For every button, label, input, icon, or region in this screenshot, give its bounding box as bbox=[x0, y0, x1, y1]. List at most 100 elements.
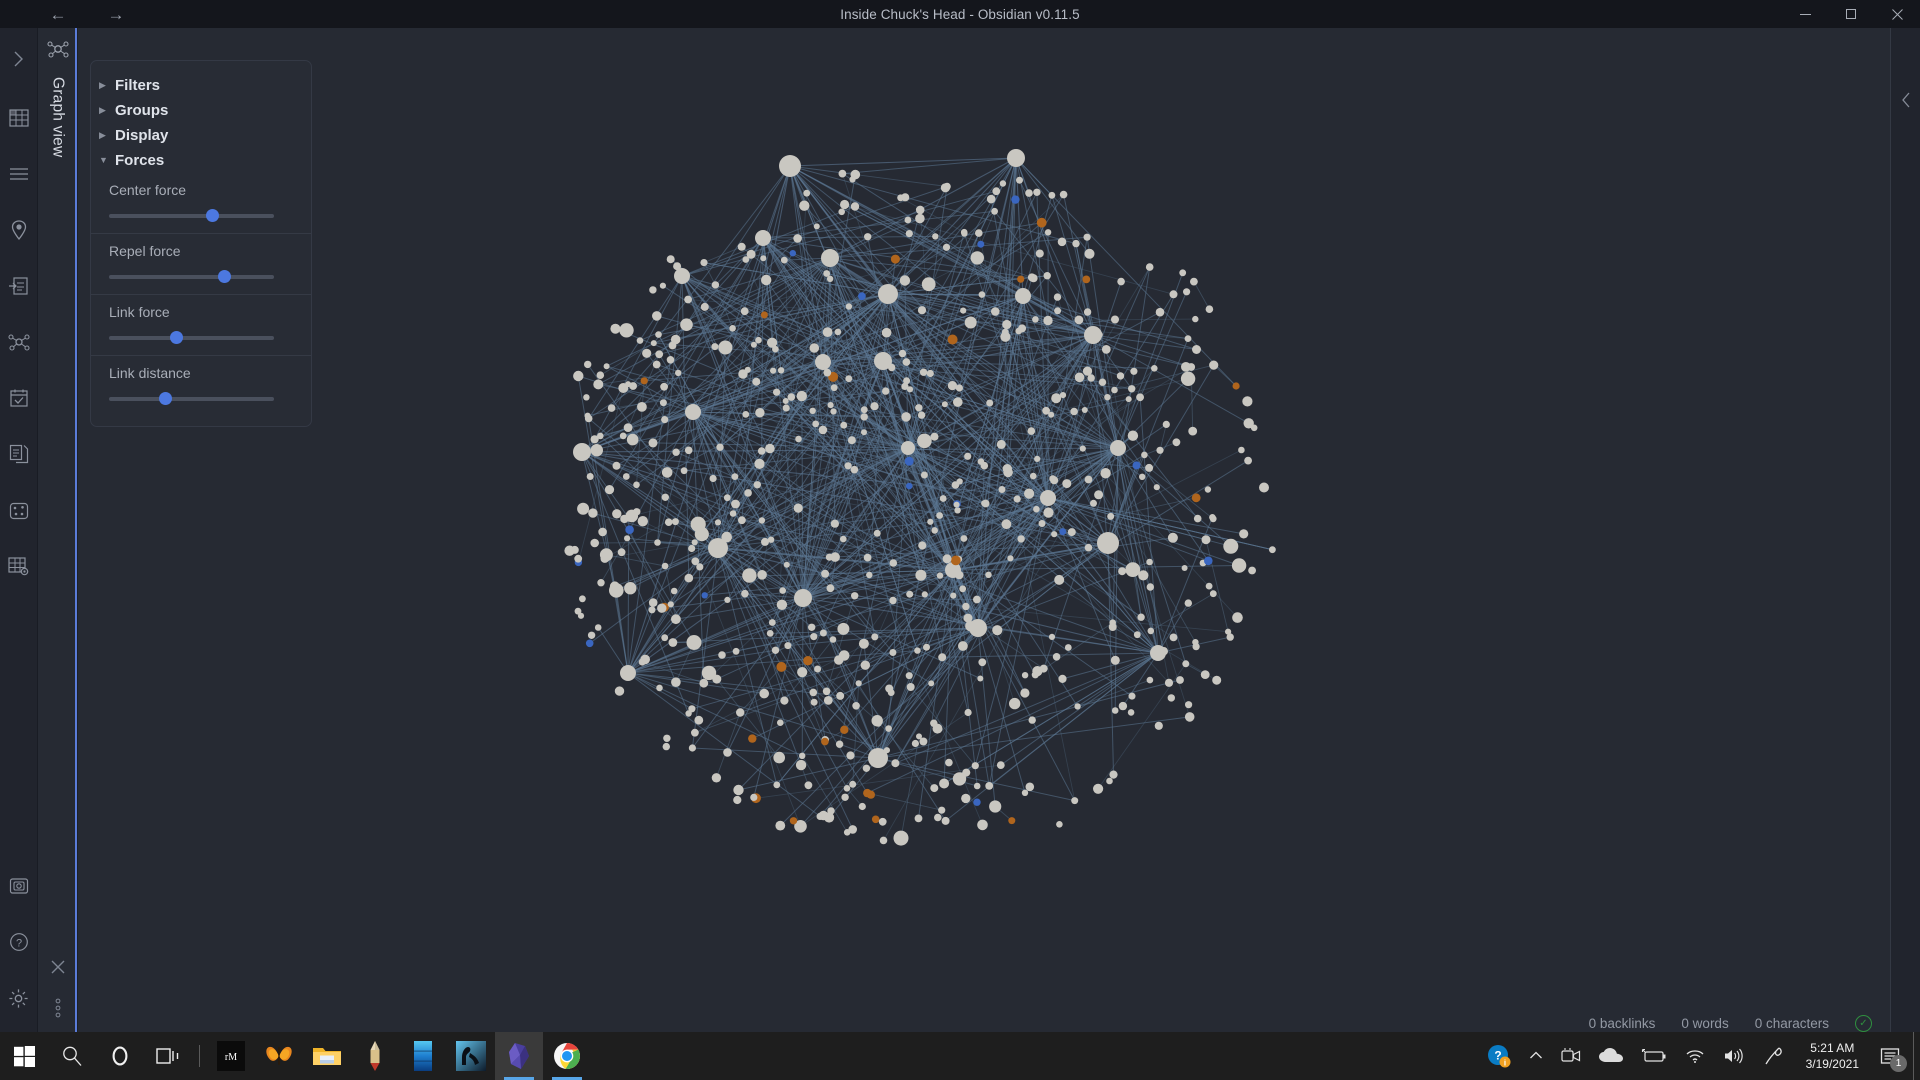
graph-node[interactable] bbox=[661, 416, 669, 424]
graph-node[interactable] bbox=[637, 516, 648, 527]
graph-node[interactable] bbox=[845, 375, 853, 383]
graph-node[interactable] bbox=[996, 439, 1006, 449]
graph-node[interactable] bbox=[930, 432, 939, 441]
graph-node[interactable] bbox=[902, 358, 911, 366]
battery-icon[interactable] bbox=[1632, 1032, 1676, 1080]
graph-node[interactable] bbox=[1048, 191, 1056, 199]
graph-node[interactable] bbox=[1209, 360, 1219, 370]
graph-node[interactable] bbox=[782, 404, 790, 412]
graph-node[interactable] bbox=[583, 394, 590, 401]
section-display[interactable]: ▶ Display bbox=[91, 123, 311, 148]
graph-node[interactable] bbox=[915, 205, 925, 215]
graph-node[interactable] bbox=[1052, 653, 1061, 661]
graph-node[interactable] bbox=[1093, 783, 1104, 794]
graph-node[interactable] bbox=[1183, 288, 1191, 296]
copy-documents-icon[interactable] bbox=[0, 426, 38, 482]
graph-node[interactable] bbox=[1209, 590, 1217, 598]
graph-node[interactable] bbox=[640, 377, 648, 385]
graph-node[interactable] bbox=[659, 399, 667, 407]
graph-node[interactable] bbox=[815, 354, 831, 370]
graph-node[interactable] bbox=[889, 596, 897, 605]
graph-node[interactable] bbox=[803, 189, 811, 197]
graph-node[interactable] bbox=[1044, 229, 1052, 236]
graph-node[interactable] bbox=[840, 421, 848, 429]
graph-node[interactable] bbox=[761, 274, 772, 286]
graph-node[interactable] bbox=[661, 634, 669, 642]
graph-node[interactable] bbox=[1223, 538, 1239, 554]
graph-node[interactable] bbox=[590, 538, 599, 548]
graph-node[interactable] bbox=[680, 467, 688, 475]
graph-node[interactable] bbox=[936, 572, 944, 579]
graph-node[interactable] bbox=[684, 295, 692, 304]
graph-node[interactable] bbox=[597, 432, 604, 440]
section-groups[interactable]: ▶ Groups bbox=[91, 98, 311, 123]
graph-node[interactable] bbox=[899, 275, 911, 286]
graph-node[interactable] bbox=[905, 672, 913, 680]
graph-node[interactable] bbox=[1169, 633, 1178, 642]
graph-node[interactable] bbox=[804, 781, 813, 790]
graph-node[interactable] bbox=[1054, 307, 1062, 315]
graph-node[interactable] bbox=[973, 782, 981, 790]
table-settings-icon[interactable] bbox=[0, 538, 38, 594]
graph-node[interactable] bbox=[779, 587, 786, 594]
graph-node[interactable] bbox=[978, 658, 987, 667]
graph-node[interactable] bbox=[814, 665, 822, 673]
graph-node[interactable] bbox=[837, 622, 850, 635]
back-arrow-icon[interactable]: ← bbox=[48, 6, 68, 23]
graph-node[interactable] bbox=[1057, 237, 1067, 247]
graph-node[interactable] bbox=[729, 325, 736, 332]
graph-node[interactable] bbox=[950, 555, 961, 566]
graph-node[interactable] bbox=[793, 503, 803, 513]
graph-node[interactable] bbox=[777, 367, 785, 374]
list-lines-icon[interactable] bbox=[0, 146, 38, 202]
graph-node[interactable] bbox=[776, 661, 787, 672]
graph-node[interactable] bbox=[1003, 467, 1013, 478]
graph-node[interactable] bbox=[1181, 565, 1188, 571]
graph-node[interactable] bbox=[985, 782, 994, 790]
graph-nodes-icon[interactable] bbox=[0, 314, 38, 370]
graph-node[interactable] bbox=[818, 425, 828, 435]
graph-node[interactable] bbox=[1162, 420, 1170, 428]
graph-node[interactable] bbox=[668, 638, 678, 647]
graph-node[interactable] bbox=[977, 675, 984, 682]
graph-view-tab-icon[interactable] bbox=[46, 38, 70, 65]
graph-node[interactable] bbox=[977, 819, 988, 831]
graph-node[interactable] bbox=[612, 461, 621, 470]
graph-node[interactable] bbox=[666, 255, 675, 264]
pencil-app-icon[interactable] bbox=[351, 1032, 399, 1080]
graph-node[interactable] bbox=[626, 433, 639, 446]
graph-node[interactable] bbox=[840, 199, 850, 210]
graph-node[interactable] bbox=[917, 411, 926, 419]
graph-node[interactable] bbox=[870, 402, 879, 411]
graph-node[interactable] bbox=[970, 251, 984, 265]
graph-node[interactable] bbox=[1067, 528, 1076, 537]
file-explorer-icon[interactable] bbox=[303, 1032, 351, 1080]
graph-node[interactable] bbox=[906, 590, 914, 598]
graph-node[interactable] bbox=[1153, 484, 1160, 491]
graph-node[interactable] bbox=[860, 660, 870, 670]
graph-node[interactable] bbox=[590, 444, 603, 457]
graph-node[interactable] bbox=[930, 784, 939, 793]
graph-node[interactable] bbox=[881, 327, 892, 338]
slider-thumb[interactable] bbox=[206, 209, 220, 222]
graph-node[interactable] bbox=[656, 684, 663, 692]
expand-chevron-icon[interactable] bbox=[0, 28, 38, 90]
graph-node[interactable] bbox=[1008, 817, 1016, 825]
graph-node[interactable] bbox=[718, 651, 726, 659]
graph-node[interactable] bbox=[915, 213, 925, 224]
graph-node[interactable] bbox=[891, 759, 900, 768]
graph-node[interactable] bbox=[932, 233, 939, 240]
graph-node[interactable] bbox=[760, 255, 767, 262]
graph-node[interactable] bbox=[780, 696, 789, 705]
graph-node[interactable] bbox=[1056, 821, 1063, 828]
graph-node[interactable] bbox=[1192, 639, 1199, 646]
graph-node[interactable] bbox=[1090, 499, 1097, 507]
graph-node[interactable] bbox=[871, 633, 879, 641]
obsidian-app-icon[interactable] bbox=[495, 1032, 543, 1080]
graph-node[interactable] bbox=[670, 587, 678, 595]
graph-node[interactable] bbox=[1146, 558, 1153, 566]
graph-node[interactable] bbox=[986, 194, 996, 204]
graph-node[interactable] bbox=[1053, 293, 1062, 301]
graph-node[interactable] bbox=[1013, 495, 1021, 503]
graph-node[interactable] bbox=[668, 341, 677, 350]
